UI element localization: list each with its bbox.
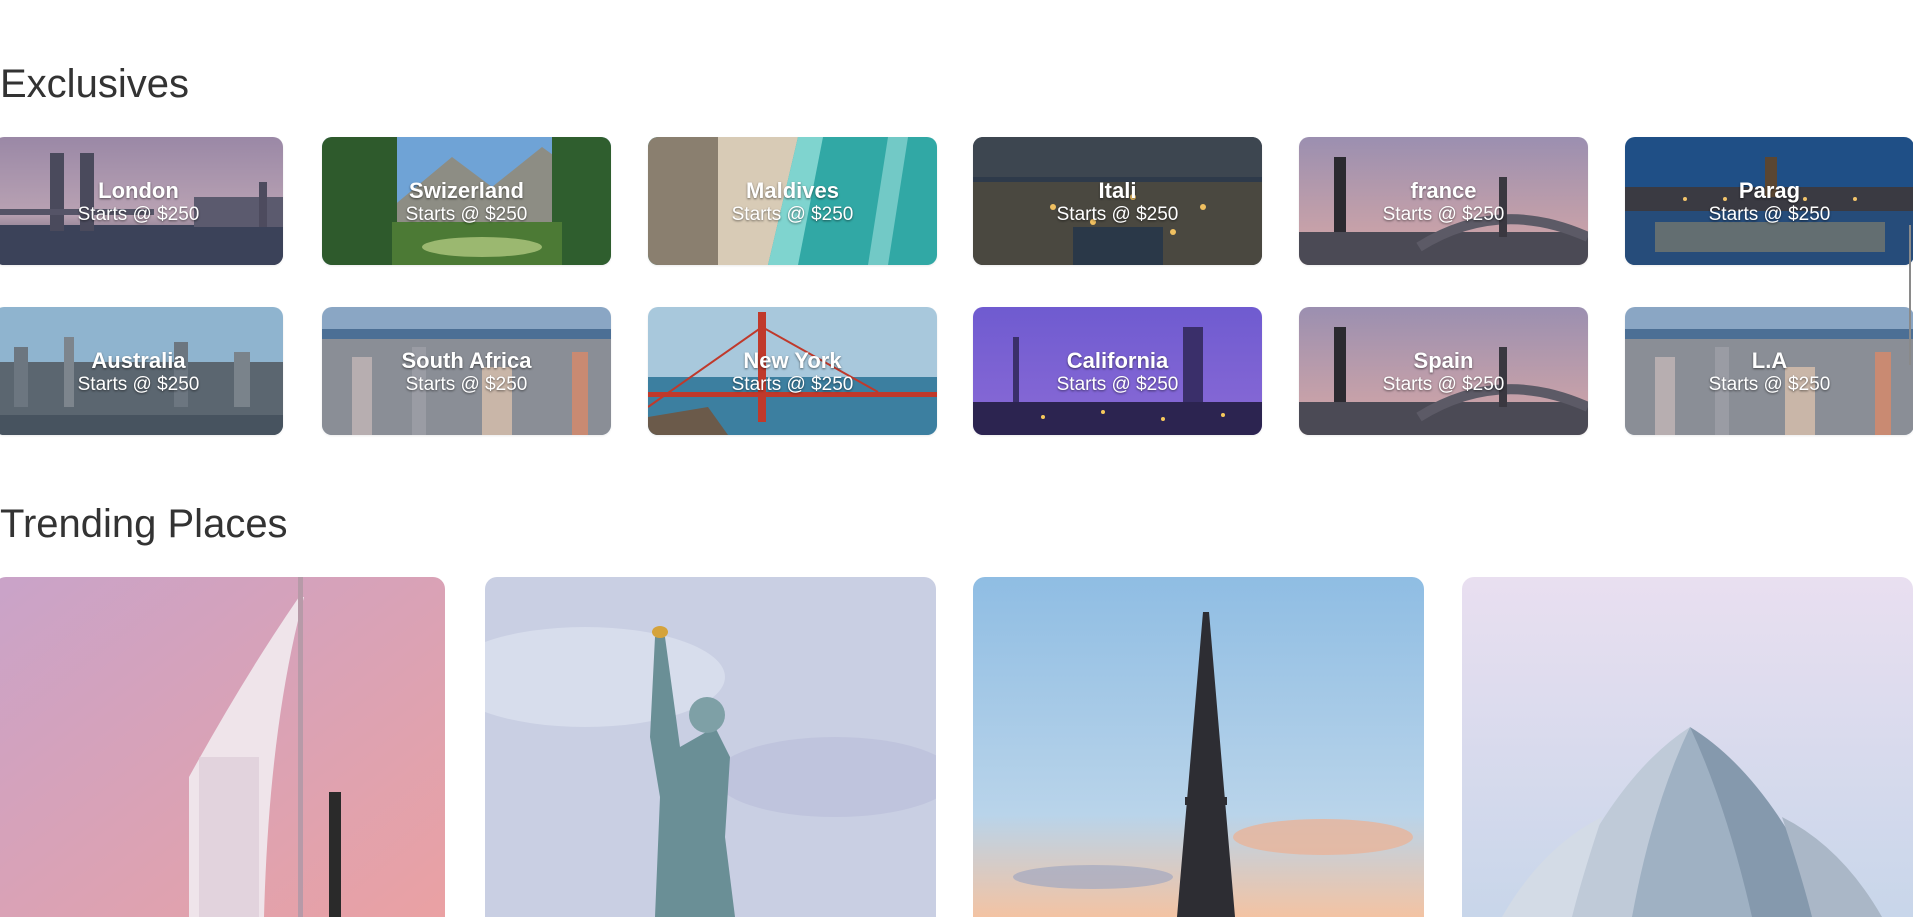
card-title: Spain: [1413, 348, 1474, 373]
card-title: Australia: [91, 348, 186, 373]
destination-card-swizerland[interactable]: Swizerland Starts @ $250: [322, 137, 611, 265]
eiffel-tower-photo: [973, 577, 1424, 917]
card-price: Starts @ $250: [1708, 204, 1831, 225]
destination-card-london[interactable]: London Starts @ $250: [0, 137, 283, 265]
destination-card-california[interactable]: California Starts @ $250: [973, 307, 1262, 435]
trending-card-lotus-temple[interactable]: [1462, 577, 1913, 917]
trending-card-burj-al-arab[interactable]: [0, 577, 445, 917]
card-title: L.A: [1751, 348, 1788, 373]
card-title: france: [1410, 178, 1477, 203]
card-title: London: [98, 178, 179, 203]
card-price: Starts @ $250: [731, 204, 854, 225]
destination-card-maldives[interactable]: Maldives Starts @ $250: [648, 137, 937, 265]
card-price: Starts @ $250: [1708, 374, 1831, 395]
trending-card-eiffel-tower[interactable]: [973, 577, 1424, 917]
destination-card-australia[interactable]: Australia Starts @ $250: [0, 307, 283, 435]
destination-card-france[interactable]: france Starts @ $250: [1299, 137, 1588, 265]
destination-card-parag[interactable]: Parag Starts @ $250: [1625, 137, 1913, 265]
card-title: Swizerland: [409, 178, 524, 203]
card-price: Starts @ $250: [1382, 374, 1505, 395]
lotus-temple-photo: [1462, 577, 1913, 917]
card-price: Starts @ $250: [1056, 204, 1179, 225]
card-title: South Africa: [401, 348, 532, 373]
card-title: New York: [743, 348, 842, 373]
destination-card-itali[interactable]: Itali Starts @ $250: [973, 137, 1262, 265]
card-title: Itali: [1098, 178, 1137, 203]
card-price: Starts @ $250: [77, 374, 200, 395]
card-title: Maldives: [746, 178, 839, 203]
destination-card-la[interactable]: L.A Starts @ $250: [1625, 307, 1913, 435]
card-price: Starts @ $250: [405, 374, 528, 395]
exclusives-heading: Exclusives: [0, 62, 189, 106]
destination-card-south-africa[interactable]: South Africa Starts @ $250: [322, 307, 611, 435]
burj-al-arab-photo: [0, 577, 445, 917]
carousel-scroll-indicator[interactable]: [1909, 225, 1911, 365]
card-title: Parag: [1738, 178, 1801, 203]
card-price: Starts @ $250: [1056, 374, 1179, 395]
trending-card-statue-of-liberty[interactable]: [485, 577, 936, 917]
destination-card-new-york[interactable]: New York Starts @ $250: [648, 307, 937, 435]
destination-card-spain[interactable]: Spain Starts @ $250: [1299, 307, 1588, 435]
card-price: Starts @ $250: [1382, 204, 1505, 225]
card-price: Starts @ $250: [731, 374, 854, 395]
card-title: California: [1066, 348, 1169, 373]
card-price: Starts @ $250: [77, 204, 200, 225]
trending-places-heading: Trending Places: [0, 502, 288, 546]
statue-of-liberty-photo: [485, 577, 936, 917]
card-price: Starts @ $250: [405, 204, 528, 225]
